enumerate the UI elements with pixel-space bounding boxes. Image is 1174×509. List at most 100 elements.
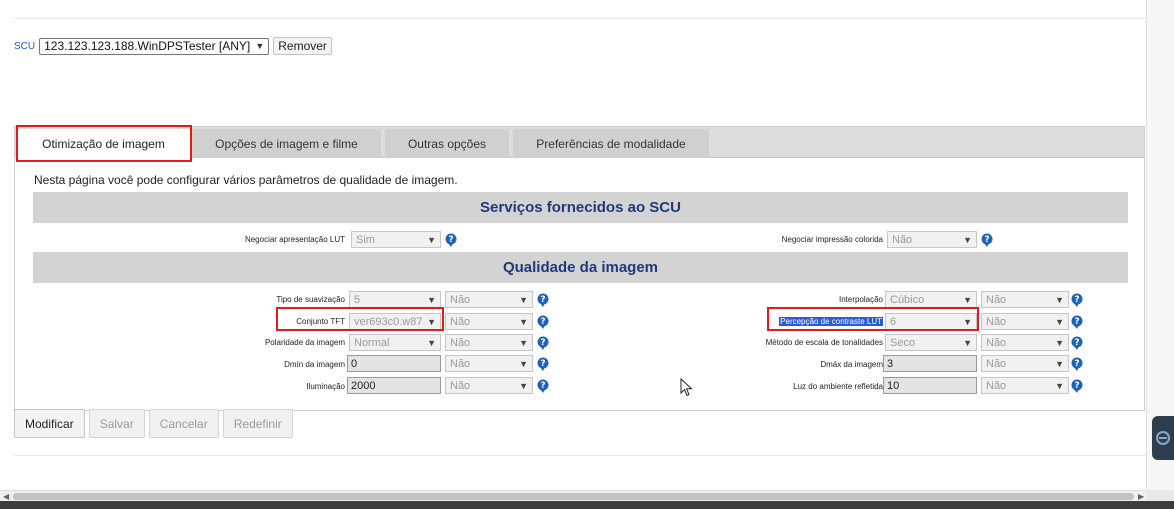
chevron-down-icon: ▼ — [1055, 337, 1064, 348]
tone-scale-method-label: Método de escala de tonalidades — [765, 338, 883, 347]
intro-text: Nesta página você pode configurar vários… — [34, 173, 458, 187]
help-icon[interactable]: ? — [981, 233, 993, 247]
interpolation-flag: Não — [986, 293, 1007, 306]
dmin-flag-select[interactable]: Não ▼ — [445, 355, 533, 372]
help-icon[interactable]: ? — [537, 315, 549, 329]
chevron-down-icon: ▼ — [519, 358, 528, 369]
chevron-down-icon: ▼ — [427, 234, 436, 245]
dmax-flag: Não — [986, 357, 1007, 370]
chevron-down-icon: ▼ — [1055, 294, 1064, 305]
reflected-ambient-light-input[interactable]: 10 — [883, 377, 977, 394]
interpolation-value: Cúbico — [890, 293, 925, 306]
chevron-down-icon: ▼ — [1055, 380, 1064, 391]
image-polarity-flag: Não — [450, 336, 471, 349]
contrast-lut-flag: Não — [986, 315, 1007, 328]
save-button[interactable]: Salvar — [88, 409, 145, 438]
reflected-ambient-light-label: Luz do ambiente refletida — [793, 382, 883, 391]
smoothing-type-value: 5 — [354, 293, 361, 306]
tone-scale-method-flag-select[interactable]: Não ▼ — [981, 334, 1069, 351]
help-icon[interactable]: ? — [1071, 357, 1083, 371]
horizontal-scrollbar[interactable]: ◀ ▶ — [0, 490, 1147, 501]
scu-label: SCU — [14, 40, 36, 52]
chevron-down-icon: ▼ — [963, 316, 972, 327]
tone-scale-method-flag: Não — [986, 336, 1007, 349]
dmin-label: Dmín da imagem — [284, 360, 345, 369]
smoothing-type-flag: Não — [450, 293, 471, 306]
image-polarity-label: Polaridade da imagem — [264, 338, 345, 347]
interpolation-label: Interpolação — [838, 295, 883, 304]
help-icon[interactable]: ? — [537, 336, 549, 350]
help-icon[interactable]: ? — [537, 379, 549, 393]
chevron-down-icon: ▼ — [255, 41, 265, 51]
negotiate-color-label: Negociar impressão colorida — [781, 235, 883, 244]
contrast-lut-select[interactable]: 6 ▼ — [885, 313, 977, 330]
negotiate-color-select[interactable]: Não ▼ — [887, 231, 977, 248]
smoothing-type-label: Tipo de suavização — [276, 295, 345, 304]
help-icon[interactable]: ? — [1071, 293, 1083, 307]
chevron-down-icon: ▼ — [427, 316, 436, 327]
services-header: Serviços fornecidos ao SCU — [33, 192, 1128, 223]
chevron-down-icon: ▼ — [427, 337, 436, 348]
tft-set-value: ver693c0.w87 — [354, 315, 423, 328]
reset-button[interactable]: Redefinir — [222, 409, 293, 438]
tone-scale-method-value: Seco — [890, 336, 916, 349]
scu-select[interactable]: 123.123.123.188.WinDPSTester [ANY] ▼ — [39, 37, 270, 55]
chevron-down-icon: ▼ — [963, 234, 972, 245]
side-toggle-icon[interactable] — [1152, 416, 1174, 460]
help-icon[interactable]: ? — [537, 357, 549, 371]
tab-image-film-options[interactable]: Opções de imagem e filme — [192, 129, 381, 158]
illumination-label: Iluminação — [306, 382, 345, 391]
chevron-down-icon: ▼ — [519, 316, 528, 327]
dmax-flag-select[interactable]: Não ▼ — [981, 355, 1069, 372]
contrast-lut-label: Percepção de contraste LUT — [575, 317, 883, 326]
smoothing-type-select[interactable]: 5 ▼ — [349, 291, 441, 308]
scrollbar-thumb[interactable] — [13, 493, 1134, 500]
bottom-divider — [14, 455, 1146, 456]
negotiate-lut-select[interactable]: Sim ▼ — [351, 231, 441, 248]
contrast-lut-flag-select[interactable]: Não ▼ — [981, 313, 1069, 330]
image-polarity-select[interactable]: Normal ▼ — [349, 334, 441, 351]
chevron-down-icon: ▼ — [519, 380, 528, 391]
action-bar: Modificar Salvar Cancelar Redefinir — [14, 409, 297, 438]
help-icon[interactable]: ? — [1071, 379, 1083, 393]
interpolation-select[interactable]: Cúbico ▼ — [885, 291, 977, 308]
tone-scale-method-select[interactable]: Seco ▼ — [885, 334, 977, 351]
tft-set-flag-select[interactable]: Não ▼ — [445, 313, 533, 330]
chevron-down-icon: ▼ — [427, 294, 436, 305]
illumination-input[interactable]: 2000 — [347, 377, 441, 394]
dmax-input[interactable]: 3 — [883, 355, 977, 372]
tab-other-options[interactable]: Outras opções — [385, 129, 509, 158]
scu-select-value: 123.123.123.188.WinDPSTester [ANY] — [44, 39, 251, 53]
image-polarity-value: Normal — [354, 336, 390, 349]
page: SCU 123.123.123.188.WinDPSTester [ANY] ▼… — [0, 0, 1174, 509]
illumination-flag: Não — [450, 379, 471, 392]
cancel-button[interactable]: Cancelar — [148, 409, 219, 438]
chevron-down-icon: ▼ — [963, 337, 972, 348]
remove-button[interactable]: Remover — [273, 37, 332, 55]
negotiate-lut-label: Negociar apresentação LUT — [244, 235, 345, 244]
illumination-flag-select[interactable]: Não ▼ — [445, 377, 533, 394]
modify-button[interactable]: Modificar — [14, 409, 85, 438]
negotiate-color-value: Não — [892, 233, 913, 246]
help-icon[interactable]: ? — [537, 293, 549, 307]
image-optimization-panel: Otimização de imagem Opções de imagem e … — [14, 125, 1145, 411]
contrast-lut-label-text: Percepção de contraste LUT — [779, 317, 883, 326]
help-icon[interactable]: ? — [445, 233, 457, 247]
dmin-input[interactable]: 0 — [347, 355, 441, 372]
help-icon[interactable]: ? — [1071, 336, 1083, 350]
smoothing-type-flag-select[interactable]: Não ▼ — [445, 291, 533, 308]
chevron-down-icon: ▼ — [1055, 358, 1064, 369]
chevron-down-icon: ▼ — [519, 294, 528, 305]
reflected-ambient-light-flag-select[interactable]: Não ▼ — [981, 377, 1069, 394]
interpolation-flag-select[interactable]: Não ▼ — [981, 291, 1069, 308]
help-icon[interactable]: ? — [1071, 315, 1083, 329]
taskbar — [0, 501, 1174, 509]
reflected-ambient-light-flag: Não — [986, 379, 1007, 392]
tab-modality-preferences[interactable]: Preferências de modalidade — [513, 129, 709, 158]
chevron-down-icon: ▼ — [1055, 316, 1064, 327]
dmax-label: Dmáx da imagem — [820, 360, 883, 369]
scu-row: SCU 123.123.123.188.WinDPSTester [ANY] ▼… — [14, 37, 332, 55]
tft-set-select[interactable]: ver693c0.w87 ▼ — [349, 313, 441, 330]
tab-image-optimization[interactable]: Otimização de imagem — [17, 129, 190, 158]
image-polarity-flag-select[interactable]: Não ▼ — [445, 334, 533, 351]
